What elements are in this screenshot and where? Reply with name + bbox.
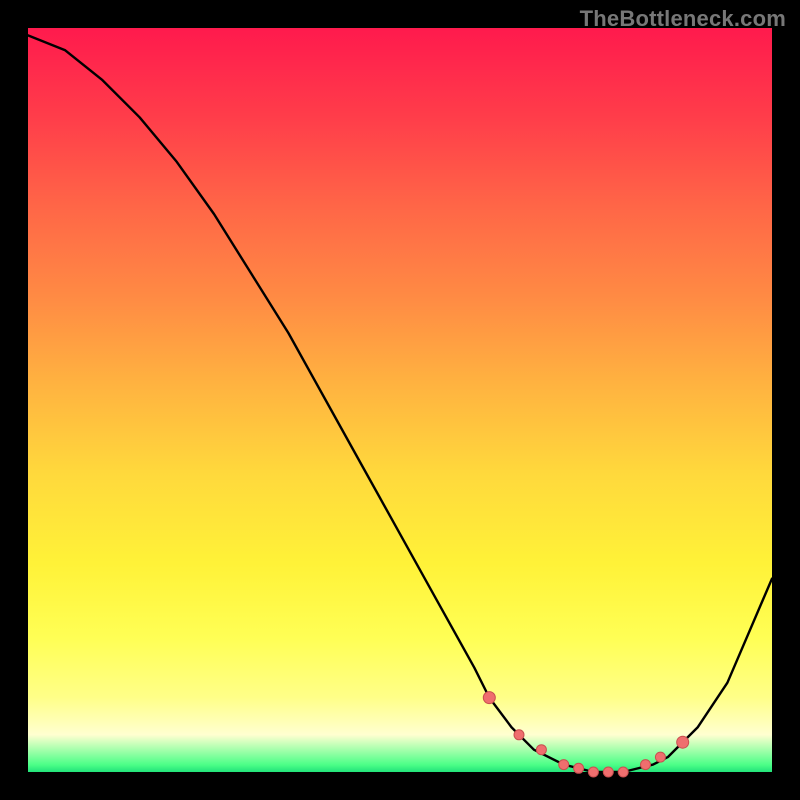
emphasis-dot (618, 767, 628, 777)
emphasis-dot (655, 752, 665, 762)
emphasis-dot (536, 745, 546, 755)
emphasis-dot (603, 767, 613, 777)
emphasis-dot (574, 763, 584, 773)
optimal-range-dots (483, 692, 688, 777)
emphasis-dot (677, 736, 689, 748)
emphasis-dot (483, 692, 495, 704)
chart-frame: TheBottleneck.com (0, 0, 800, 800)
emphasis-dot (559, 760, 569, 770)
emphasis-dot (514, 730, 524, 740)
emphasis-dot (641, 760, 651, 770)
emphasis-dot (588, 767, 598, 777)
chart-svg (28, 28, 772, 772)
bottleneck-curve (28, 35, 772, 772)
